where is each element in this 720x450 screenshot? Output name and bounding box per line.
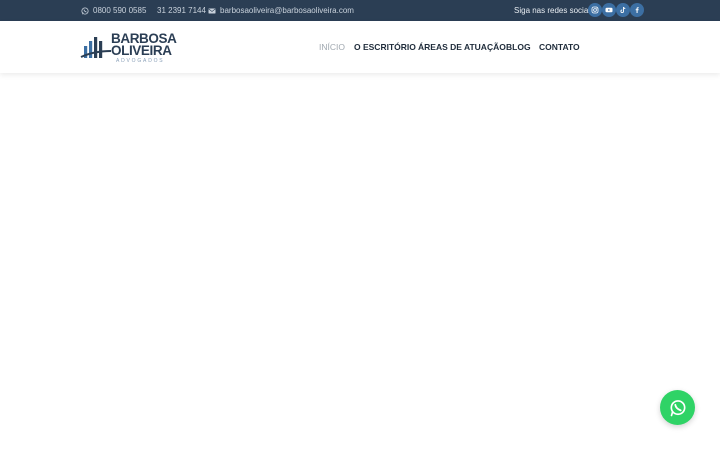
nav-item-inicio[interactable]: INÍCIO	[319, 21, 345, 73]
nav-item-areas-de-atuacao[interactable]: ÁREAS DE ATUAÇÃO	[418, 21, 506, 73]
logo-line3: ADVOGADOS	[116, 58, 165, 64]
phone-whatsapp[interactable]: 0800 590 0585	[80, 0, 146, 21]
youtube-link[interactable]	[602, 3, 616, 17]
logo-line2: OLIVEIRA	[111, 43, 172, 58]
whatsapp-icon	[668, 398, 688, 418]
email-link[interactable]: barbosaoliveira@barbosaoliveira.com	[207, 0, 354, 21]
whatsapp-floating-button[interactable]	[660, 390, 695, 425]
nav-item-blog[interactable]: BLOG	[506, 21, 531, 73]
whatsapp-icon	[80, 6, 89, 15]
logo-mark-icon	[80, 37, 112, 58]
instagram-icon	[591, 6, 599, 14]
site-logo[interactable]: BARBOSA OLIVEIRA ADVOGADOS	[80, 32, 177, 64]
instagram-link[interactable]	[588, 3, 602, 17]
tiktok-icon	[619, 6, 627, 14]
youtube-icon	[605, 6, 613, 14]
site-header: BARBOSA OLIVEIRA ADVOGADOS INÍCIO O ESCR…	[0, 21, 720, 73]
facebook-icon	[633, 6, 641, 14]
nav-item-contato[interactable]: CONTATO	[539, 21, 580, 73]
tiktok-link[interactable]	[616, 3, 630, 17]
nav-item-escritorio[interactable]: O ESCRITÓRIO	[354, 21, 416, 73]
email-text: barbosaoliveira@barbosaoliveira.com	[220, 6, 354, 15]
envelope-icon	[207, 6, 216, 15]
follow-label: Siga nas redes sociais	[514, 6, 595, 15]
phone-landline-text: 31 2391 7144	[157, 6, 206, 15]
phone-whatsapp-text: 0800 590 0585	[93, 6, 147, 15]
top-bar: 0800 590 0585 31 2391 7144 barbosaolivei…	[0, 0, 720, 21]
facebook-link[interactable]	[630, 3, 644, 17]
phone-landline[interactable]: 31 2391 7144	[157, 0, 206, 21]
